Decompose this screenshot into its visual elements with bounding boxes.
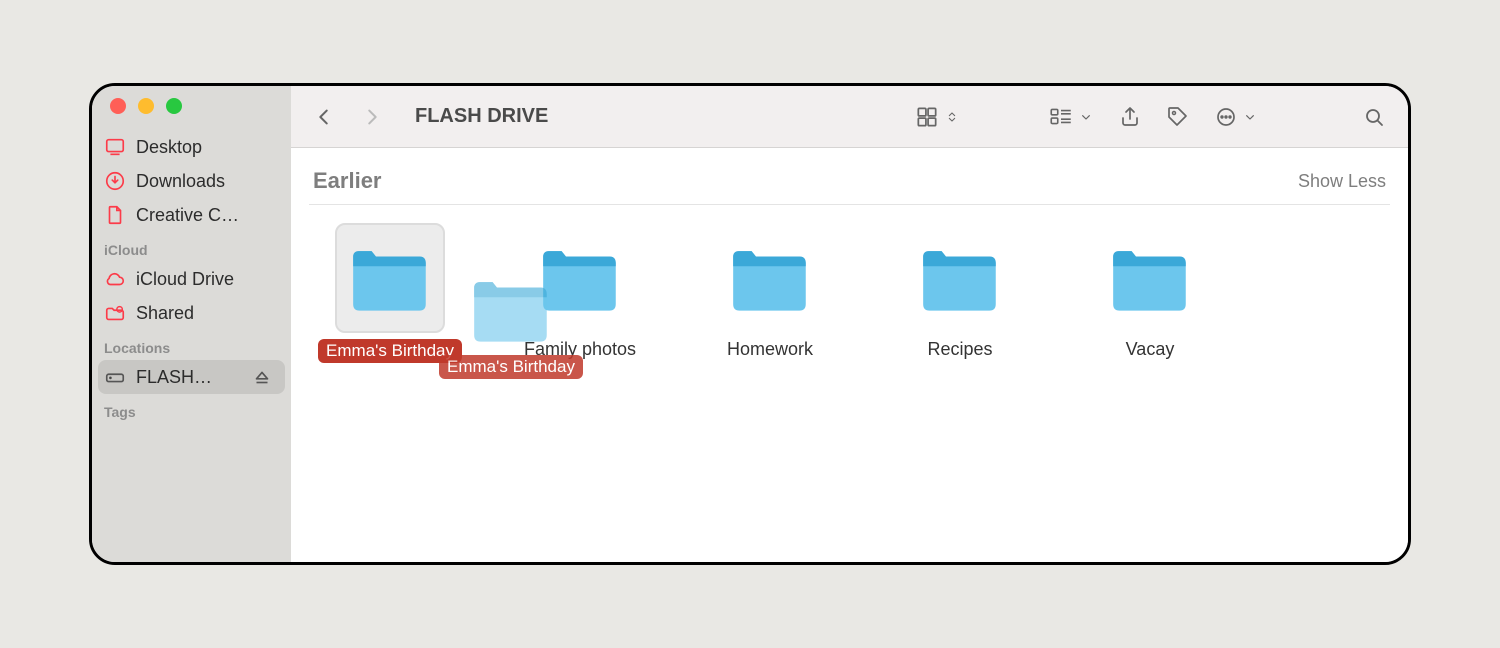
folder-vacay[interactable]: Vacay (1081, 223, 1219, 363)
desktop-icon (104, 136, 126, 158)
sidebar-section-icloud: iCloud (92, 232, 291, 262)
sidebar: Desktop Downloads Creative C… iCloud iCl… (92, 86, 291, 562)
search-button[interactable] (1362, 105, 1386, 129)
sidebar-item-flash-drive[interactable]: FLASH… (98, 360, 285, 394)
folder-label: Recipes (927, 339, 992, 360)
main-area: FLASH DRIVE Earlier Show Les (291, 86, 1408, 562)
tags-button[interactable] (1166, 105, 1190, 129)
sidebar-section-locations: Locations (92, 330, 291, 360)
sidebar-item-label: Desktop (136, 137, 202, 158)
sidebar-item-label: Downloads (136, 171, 225, 192)
sidebar-item-downloads[interactable]: Downloads (92, 164, 291, 198)
sidebar-item-desktop[interactable]: Desktop (92, 130, 291, 164)
folder-icon (1106, 237, 1194, 320)
folder-recipes[interactable]: Recipes (891, 223, 1029, 363)
section-title: Earlier (313, 168, 382, 194)
minimize-window-button[interactable] (138, 98, 154, 114)
sidebar-item-shared[interactable]: Shared (92, 296, 291, 330)
more-actions-button[interactable] (1214, 105, 1258, 129)
nav-back-button[interactable] (313, 106, 335, 128)
folder-label: Vacay (1126, 339, 1175, 360)
folder-icon (726, 237, 814, 320)
folder-icon (916, 237, 1004, 320)
section-header: Earlier Show Less (309, 168, 1390, 205)
sidebar-item-label: FLASH… (136, 367, 212, 388)
window-title: FLASH DRIVE (415, 105, 548, 128)
window-controls (92, 98, 291, 130)
sidebar-item-label: Shared (136, 303, 194, 324)
content-area[interactable]: Earlier Show Less Emma's Birthday Family… (291, 148, 1408, 562)
view-mode-button[interactable] (914, 104, 960, 130)
sidebar-item-icloud-drive[interactable]: iCloud Drive (92, 262, 291, 296)
sidebar-section-tags: Tags (92, 394, 291, 424)
folder-family-photos[interactable]: Family photos (511, 223, 649, 363)
folder-emmas-birthday[interactable]: Emma's Birthday (321, 223, 459, 363)
folder-label: Family photos (524, 339, 636, 360)
nav-forward-button[interactable] (361, 106, 383, 128)
file-icon (104, 204, 126, 226)
drive-icon (104, 366, 126, 388)
folder-icon (346, 237, 434, 320)
shared-folder-icon (104, 302, 126, 324)
eject-icon[interactable] (251, 366, 273, 388)
close-window-button[interactable] (110, 98, 126, 114)
toolbar: FLASH DRIVE (291, 86, 1408, 148)
sidebar-item-label: Creative C… (136, 205, 239, 226)
fullscreen-window-button[interactable] (166, 98, 182, 114)
group-by-button[interactable] (1048, 104, 1094, 130)
sidebar-item-creative[interactable]: Creative C… (92, 198, 291, 232)
cloud-icon (104, 268, 126, 290)
finder-window: Desktop Downloads Creative C… iCloud iCl… (89, 83, 1411, 565)
downloads-icon (104, 170, 126, 192)
folder-label: Emma's Birthday (318, 339, 462, 363)
folder-icon (536, 237, 624, 320)
show-less-button[interactable]: Show Less (1298, 171, 1386, 192)
folder-label: Homework (727, 339, 813, 360)
share-button[interactable] (1118, 105, 1142, 129)
sidebar-item-label: iCloud Drive (136, 269, 234, 290)
folder-homework[interactable]: Homework (701, 223, 839, 363)
folder-grid: Emma's Birthday Family photos Homework R… (309, 205, 1390, 363)
